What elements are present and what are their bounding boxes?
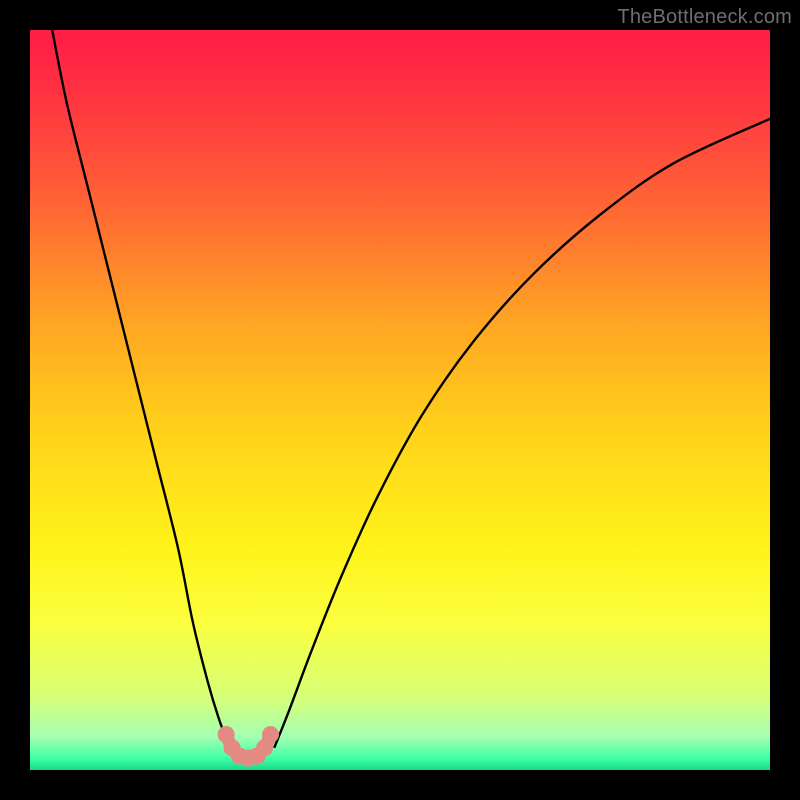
curves-layer xyxy=(30,30,770,770)
valley-marker-dot xyxy=(262,726,279,743)
valley-marker-group xyxy=(218,726,279,767)
curve-right xyxy=(274,119,770,748)
watermark-text: TheBottleneck.com xyxy=(617,6,792,29)
plot-area xyxy=(30,30,770,770)
outer-frame: TheBottleneck.com xyxy=(0,0,800,800)
curve-left xyxy=(52,30,230,748)
